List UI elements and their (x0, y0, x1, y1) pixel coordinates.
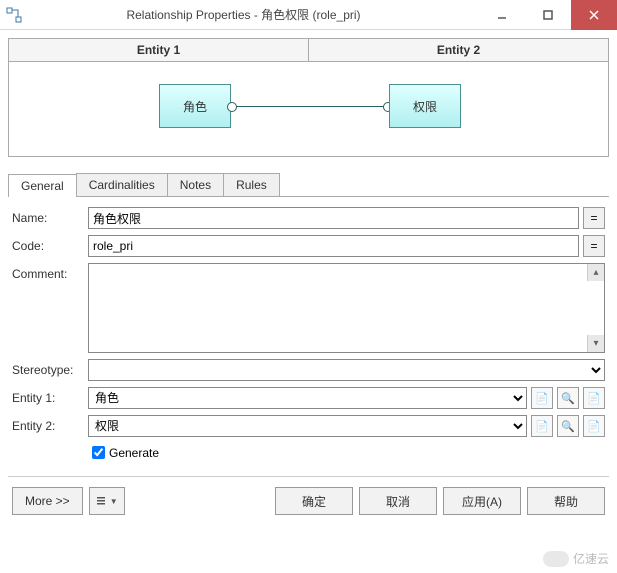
entity1-select[interactable]: 角色 (88, 387, 527, 409)
cloud-icon (543, 551, 569, 567)
dropdown-tool-button[interactable]: ▼ (89, 487, 125, 515)
chevron-down-icon: ▼ (110, 497, 118, 506)
entity-box-1[interactable]: 角色 (159, 84, 231, 128)
app-icon (0, 1, 28, 29)
watermark-text: 亿速云 (573, 550, 609, 567)
window-title: Relationship Properties - 角色权限 (role_pri… (28, 6, 479, 23)
name-sync-button[interactable]: = (583, 207, 605, 229)
scroll-down-icon[interactable]: ▾ (587, 335, 604, 352)
more-button[interactable]: More >> (12, 487, 83, 515)
cancel-button[interactable]: 取消 (359, 487, 437, 515)
tab-bar: General Cardinalities Notes Rules (8, 173, 609, 197)
entity1-properties-icon[interactable]: 📄 (531, 387, 553, 409)
title-bar: Relationship Properties - 角色权限 (role_pri… (0, 0, 617, 30)
entity2-select[interactable]: 权限 (88, 415, 527, 437)
diagram-area: 角色 权限 (8, 62, 609, 157)
entity2-find-icon[interactable]: 🔍 (557, 415, 579, 437)
entity1-label: Entity 1: (12, 391, 88, 405)
entity1-new-icon[interactable]: 📄 (583, 387, 605, 409)
code-input[interactable] (88, 235, 579, 257)
minimize-button[interactable] (479, 0, 525, 30)
tab-rules[interactable]: Rules (223, 173, 280, 196)
entity2-properties-icon[interactable]: 📄 (531, 415, 553, 437)
code-sync-button[interactable]: = (583, 235, 605, 257)
footer-buttons: More >> ▼ 确定 取消 应用(A) 帮助 (8, 487, 609, 515)
close-button[interactable] (571, 0, 617, 30)
entity1-find-icon[interactable]: 🔍 (557, 387, 579, 409)
generate-label: Generate (109, 446, 159, 460)
comment-input[interactable]: ▴ ▾ (88, 263, 605, 353)
divider (8, 476, 609, 477)
code-label: Code: (12, 239, 88, 253)
list-icon (96, 495, 108, 507)
tab-general[interactable]: General (8, 174, 77, 197)
maximize-button[interactable] (525, 0, 571, 30)
name-input[interactable] (88, 207, 579, 229)
entity2-label: Entity 2: (12, 419, 88, 433)
stereotype-label: Stereotype: (12, 363, 88, 377)
general-form: Name: = Code: = Comment: ▴ ▾ Stereotype:… (8, 197, 609, 462)
stereotype-select[interactable] (88, 359, 605, 381)
tab-cardinalities[interactable]: Cardinalities (76, 173, 168, 196)
help-button[interactable]: 帮助 (527, 487, 605, 515)
tab-notes[interactable]: Notes (167, 173, 224, 196)
entity2-new-icon[interactable]: 📄 (583, 415, 605, 437)
entity-header: Entity 1 Entity 2 (8, 38, 609, 62)
entity2-header: Entity 2 (309, 39, 608, 61)
entity1-header: Entity 1 (9, 39, 309, 61)
apply-button[interactable]: 应用(A) (443, 487, 521, 515)
ok-button[interactable]: 确定 (275, 487, 353, 515)
entity-box-2[interactable]: 权限 (389, 84, 461, 128)
comment-label: Comment: (12, 263, 88, 353)
relationship-line[interactable] (231, 106, 389, 107)
scroll-up-icon[interactable]: ▴ (587, 264, 604, 281)
window-buttons (479, 0, 617, 30)
watermark: 亿速云 (543, 550, 609, 567)
generate-checkbox[interactable] (92, 446, 105, 459)
name-label: Name: (12, 211, 88, 225)
